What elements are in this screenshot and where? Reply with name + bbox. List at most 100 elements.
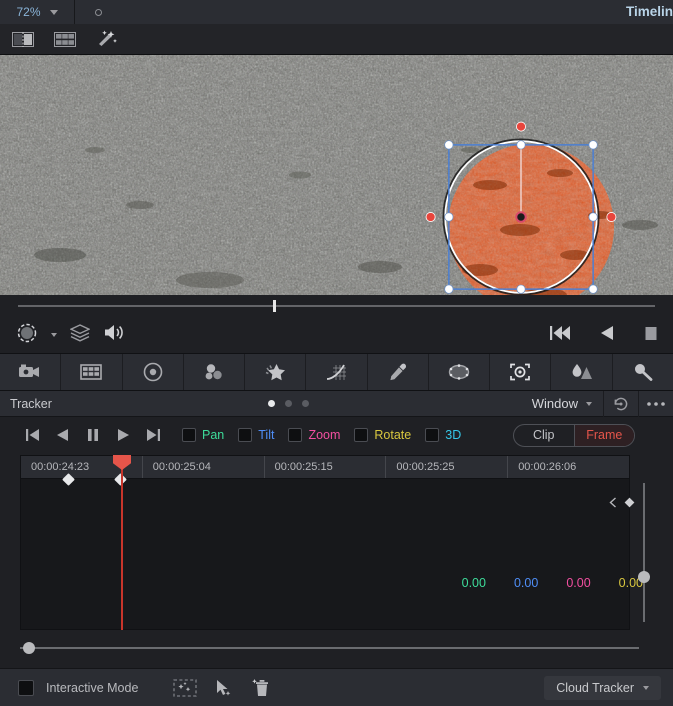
rotate-checkbox[interactable]: Rotate [354,428,411,442]
add-point-cursor-icon[interactable] [204,676,242,700]
timeline-playhead[interactable] [113,455,131,630]
qualifier-icon[interactable] [184,354,246,390]
tracker-timeline-panel: 00:00:24:23 00:00:25:04 00:00:25:15 00:0… [0,453,673,668]
mask-center-handle [515,211,527,223]
clip-frame-toggle[interactable]: Clip Frame [513,423,635,447]
track-to-end-icon[interactable] [138,423,168,447]
video-viewer[interactable] [0,55,673,295]
checkbox-box[interactable] [425,428,440,442]
interactive-mode-label: Interactive Mode [46,680,139,695]
select-points-icon[interactable] [166,676,204,700]
chevron-left-icon[interactable] [609,497,617,508]
top-bar: 72% Timelin [0,0,673,24]
tilt-checkbox[interactable]: Tilt [238,428,274,442]
tracker-mode-label: Window [531,396,578,411]
tracker-type-dropdown[interactable]: Cloud Tracker [544,675,661,700]
palette-toolbar [0,353,673,391]
chevron-down-icon[interactable] [51,333,57,337]
chevron-down-icon[interactable] [643,685,649,690]
circle-outline-icon[interactable] [95,8,102,16]
keyframe-diamond-icon[interactable] [624,497,635,508]
node-circle-icon[interactable] [16,322,38,349]
tracker-panel-header: Tracker Window [0,390,673,417]
zoom-label: Zoom [308,428,341,442]
zoom-level-value: 72% [16,5,41,19]
layers-icon[interactable] [69,323,91,347]
zoom-level-control[interactable]: 72% [0,0,75,24]
interactive-mode-checkbox[interactable] [18,679,34,696]
tracker-bottom-bar: Interactive Mode Cloud Tracker [0,668,673,706]
pan-value[interactable]: 0.00 [462,576,486,590]
tilt-label: Tilt [258,428,275,442]
rotate-label: Rotate [374,428,412,442]
magnifier-icon[interactable] [613,354,673,390]
timecode-tick: 00:00:25:25 [386,456,509,478]
vertical-zoom-slider[interactable] [637,483,651,622]
timecode-ruler[interactable]: 00:00:24:23 00:00:25:04 00:00:25:15 00:0… [20,455,630,479]
checkbox-box[interactable] [182,428,196,442]
viewer-scrubber[interactable] [0,295,673,317]
view-toolbar [0,24,673,55]
checkbox-box[interactable] [288,428,303,442]
track-reverse-icon[interactable] [48,423,78,447]
chevron-down-icon[interactable] [586,401,592,406]
stop-icon[interactable] [643,324,659,347]
checkbox-box[interactable] [354,428,369,442]
tracker-values-row: 0.00 0.00 0.00 0.00 [462,576,643,590]
pan-checkbox[interactable]: Pan [182,428,224,442]
magic-wand-icon[interactable] [94,30,120,48]
checkbox-box[interactable] [238,428,253,442]
play-reverse-icon[interactable] [599,324,615,347]
page-dot-2[interactable] [285,400,292,407]
tracker-controls-bar: Pan Tilt Zoom Rotate 3D Clip Frame [0,417,673,453]
zoom-checkbox[interactable]: Zoom [288,428,340,442]
grid-view-icon[interactable] [52,30,78,48]
clip-segment[interactable]: Clip [514,425,574,446]
frame-segment[interactable]: Frame [574,424,634,446]
eyedropper-icon[interactable] [368,354,429,390]
horizontal-zoom-slider[interactable] [20,642,639,654]
key-frame-target-icon[interactable] [490,354,552,390]
delete-point-icon[interactable] [242,676,280,700]
pause-icon[interactable] [78,423,108,447]
sizing-icon[interactable] [551,354,613,390]
tilt-value[interactable]: 0.00 [514,576,538,590]
tracker-title: Tracker [10,396,52,411]
three-d-checkbox[interactable]: 3D [425,428,461,442]
tracker-curve-icon[interactable] [306,354,368,390]
timecode-tick: 00:00:25:04 [143,456,265,478]
track-to-start-icon[interactable] [18,423,48,447]
ellipsis-icon[interactable] [639,391,673,417]
power-windows-icon[interactable] [245,354,307,390]
blur-icon[interactable] [429,354,491,390]
keyframe-navigator[interactable] [609,497,635,508]
slider-handle[interactable] [638,570,650,583]
power-window-mask-overlay[interactable] [416,112,626,295]
scrubber-track[interactable] [18,300,655,312]
three-d-label: 3D [445,428,462,442]
keyframe-lane[interactable] [20,479,630,630]
timecode-tick: 00:00:25:15 [265,456,387,478]
slider-handle[interactable] [23,642,36,654]
zoom-value[interactable]: 0.00 [566,576,590,590]
viewer-transport-bar [0,317,673,353]
reset-history-icon[interactable] [604,391,638,417]
page-dot-1[interactable] [268,400,275,407]
chevron-down-icon[interactable] [49,9,58,15]
color-match-icon[interactable] [61,354,123,390]
split-view-icon[interactable] [10,30,36,48]
page-title: Timelin [625,4,673,19]
page-dot-3[interactable] [302,400,309,407]
skip-to-start-icon[interactable] [549,324,571,347]
scrubber-playhead[interactable] [272,300,276,312]
speaker-icon[interactable] [103,323,125,347]
tracker-mode-dropdown[interactable]: Window [521,396,603,411]
slider-track[interactable] [20,642,639,654]
timecode-tick: 00:00:26:06 [518,461,577,473]
slider-track[interactable] [638,483,650,622]
camera-raw-icon[interactable] [0,354,62,390]
tracker-page-dots[interactable] [268,400,309,407]
tracker-type-label: Cloud Tracker [556,680,634,695]
track-forward-icon[interactable] [108,423,138,447]
color-warper-icon[interactable] [123,354,184,390]
